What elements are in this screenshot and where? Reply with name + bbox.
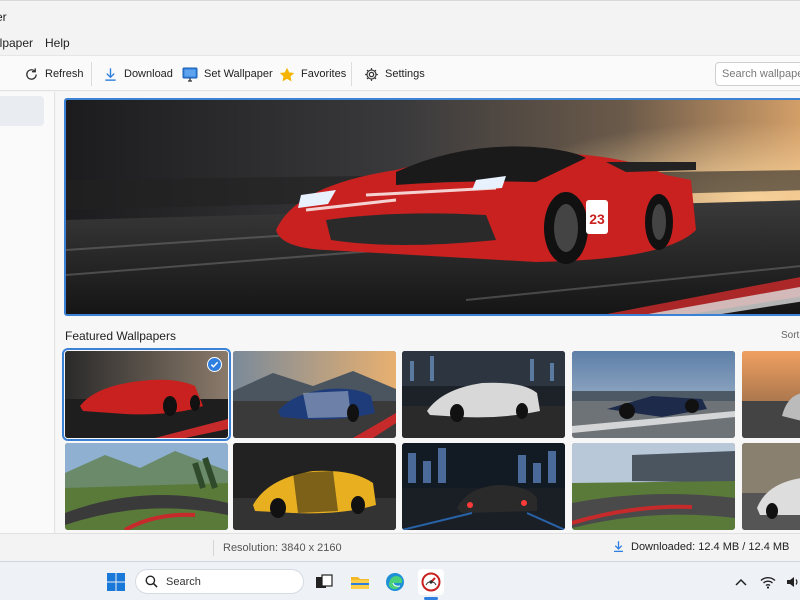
toolbar-divider	[91, 62, 92, 86]
svg-text:23: 23	[589, 211, 605, 227]
window-title: er	[0, 10, 7, 24]
gear-icon	[365, 67, 378, 81]
wallpaper-thumbnail[interactable]	[742, 443, 800, 530]
refresh-icon	[26, 67, 37, 80]
refresh-button[interactable]: Refresh	[24, 64, 84, 84]
resolution-text: Resolution: 3840 x 2160	[223, 542, 342, 554]
set-wallpaper-label: Set Wallpaper	[204, 68, 273, 80]
settings-button[interactable]: Settings	[364, 64, 425, 84]
search-input[interactable]	[715, 62, 800, 86]
star-icon	[279, 67, 295, 81]
status-bar: Resolution: 3840 x 2160 Downloaded: 12.4…	[0, 533, 800, 561]
selected-check-icon	[207, 357, 222, 372]
edge-browser-icon[interactable]	[382, 569, 408, 595]
menu-help[interactable]: Help	[45, 36, 70, 50]
download-icon	[105, 67, 116, 81]
wallpaper-thumbnail[interactable]	[233, 351, 396, 438]
wallpaper-thumbnail[interactable]	[742, 351, 800, 438]
status-divider	[213, 540, 214, 556]
refresh-label: Refresh	[45, 68, 84, 80]
speedometer-icon	[421, 572, 441, 592]
sidebar-item-selected[interactable]	[0, 96, 44, 126]
menu-bar: llpaper Help	[0, 32, 800, 54]
sort-button[interactable]: Sort	[781, 330, 799, 341]
wifi-icon[interactable]	[755, 569, 781, 595]
download-icon	[614, 541, 623, 553]
wallpaper-thumbnail[interactable]	[402, 443, 565, 530]
menu-wallpaper[interactable]: llpaper	[0, 36, 33, 50]
wallpaper-thumbnail[interactable]	[65, 443, 228, 530]
settings-label: Settings	[385, 68, 425, 80]
speaker-icon[interactable]	[780, 569, 800, 595]
gallery-title: Featured Wallpapers	[65, 329, 176, 343]
title-bar: er	[0, 0, 800, 32]
wallpaper-thumbnail[interactable]	[62, 348, 231, 441]
wallpaper-thumbnail[interactable]	[402, 351, 565, 438]
wallpaper-thumbnail[interactable]	[572, 351, 735, 438]
monitor-icon	[182, 67, 198, 82]
taskbar-search-box[interactable]: Search	[135, 569, 304, 594]
favorites-label: Favorites	[301, 68, 347, 80]
windows-start-icon[interactable]	[103, 569, 129, 595]
downloaded-text: Downloaded: 12.4 MB / 12.4 MB	[631, 540, 790, 553]
chevron-up-icon[interactable]	[728, 569, 754, 595]
sidebar	[0, 92, 55, 533]
task-view-icon[interactable]	[311, 569, 337, 595]
taskbar: Search	[0, 561, 800, 600]
download-label: Download	[124, 68, 173, 80]
wallpaper-thumbnail[interactable]	[572, 443, 735, 530]
download-button[interactable]: Download	[103, 64, 173, 84]
taskbar-search-label: Search	[166, 575, 201, 588]
search-icon	[145, 575, 158, 588]
toolbar: Refresh Download Set Wallpaper Favorites…	[0, 55, 800, 91]
favorites-button[interactable]: Favorites	[279, 64, 346, 84]
preview-image: 23	[64, 98, 800, 316]
download-status: Downloaded: 12.4 MB / 12.4 MB	[612, 540, 789, 553]
wallpaper-app-window: er llpaper Help Refresh Download Set Wal…	[0, 0, 800, 561]
wallpaper-app-taskbar-icon[interactable]	[418, 569, 444, 595]
wallpaper-thumbnail[interactable]	[233, 443, 396, 530]
toolbar-divider	[351, 62, 352, 86]
set-wallpaper-button[interactable]: Set Wallpaper	[182, 64, 273, 84]
main-content: 23 Featured Wallpapers Sort	[56, 92, 800, 533]
file-explorer-icon[interactable]	[347, 569, 373, 595]
